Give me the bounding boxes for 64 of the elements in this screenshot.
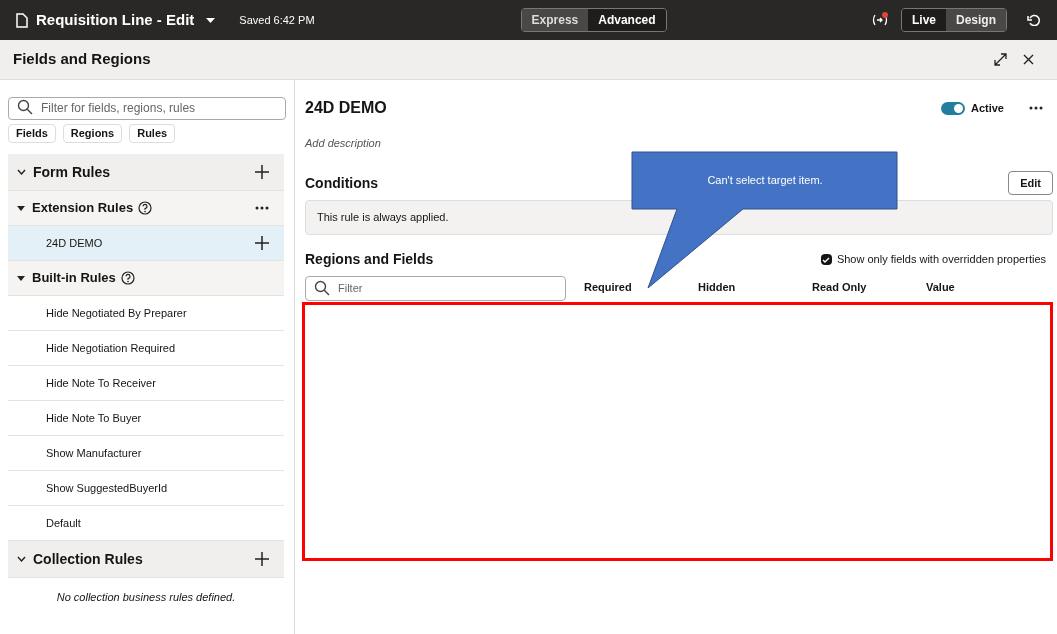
view-tab[interactable]: Live	[901, 9, 946, 31]
column-header: Value	[926, 280, 956, 296]
undo-icon[interactable]	[1027, 14, 1041, 26]
filter-chip[interactable]: Rules	[129, 124, 176, 143]
chevron-icon[interactable]	[17, 169, 26, 175]
saved-status: Saved 6:42 PM	[239, 12, 315, 28]
column-header: Required	[584, 280, 633, 296]
add-icon[interactable]	[255, 236, 269, 250]
active-label: Active	[970, 100, 1004, 116]
rule-label: Show SuggestedBuyerId	[46, 480, 168, 496]
section-header[interactable]: Collection Rules	[8, 541, 284, 578]
edit-button[interactable]: Edit	[1008, 171, 1053, 195]
caret-icon[interactable]	[17, 205, 25, 211]
subsection-header[interactable]: Extension Rules	[8, 191, 284, 226]
add-icon[interactable]	[255, 165, 269, 179]
search-icon	[17, 99, 33, 115]
column-header: Hidden	[698, 280, 737, 296]
section-heading: Regions and Fields	[305, 250, 434, 269]
chevron-icon[interactable]	[17, 556, 26, 562]
mode-tab[interactable]: Advanced	[588, 9, 666, 31]
callout-text: Can't select target item.	[707, 173, 823, 188]
debug-icon[interactable]	[870, 12, 889, 28]
filter-field[interactable]: Filter	[305, 275, 566, 301]
document-icon	[16, 12, 28, 28]
subsection-title: Built-in Rules	[32, 269, 116, 288]
help-icon[interactable]	[120, 271, 135, 285]
rule-label: Default	[46, 515, 81, 531]
help-icon[interactable]	[138, 201, 153, 215]
subsection-header[interactable]: Built-in Rules	[8, 261, 284, 296]
checkbox[interactable]	[820, 254, 832, 265]
rule-item[interactable]: 24D DEMO	[8, 226, 284, 261]
column-header: Read Only	[812, 280, 868, 296]
caret-icon[interactable]	[17, 275, 25, 281]
more-icon[interactable]	[255, 206, 269, 210]
rule-label: Hide Note To Receiver	[46, 375, 156, 391]
empty-message: No collection business rules defined.	[56, 589, 236, 605]
section-heading: Conditions	[305, 173, 379, 193]
search-icon	[314, 280, 330, 296]
subsection-title: Extension Rules	[32, 199, 134, 218]
panel-title: Fields and Regions	[13, 49, 151, 70]
rule-label: Show Manufacturer	[46, 445, 142, 461]
filter-chip[interactable]: Regions	[62, 124, 123, 143]
expand-icon[interactable]	[994, 53, 1007, 66]
filter-field[interactable]: Filter for fields, regions, rules	[8, 96, 286, 120]
condition-text: This rule is always applied.	[317, 210, 449, 226]
description-field[interactable]: Add description	[305, 137, 381, 149]
rule-label: Hide Negotiated By Preparer	[46, 305, 187, 321]
rule-label: Hide Negotiation Required	[46, 340, 176, 356]
section-header[interactable]: Form Rules	[8, 154, 284, 191]
caret-icon[interactable]	[206, 17, 216, 23]
rule-title: 24D DEMO	[305, 98, 387, 118]
rule-label: Hide Note To Buyer	[46, 410, 142, 426]
add-icon[interactable]	[255, 552, 269, 566]
filter-chip[interactable]: Fields	[8, 124, 56, 143]
checkbox-label: Show only fields with overridden properties	[836, 252, 1046, 268]
mode-tab[interactable]: Express	[521, 9, 589, 31]
view-tab[interactable]: Design	[946, 9, 1006, 31]
active-switch[interactable]	[940, 101, 965, 115]
section-title: Collection Rules	[33, 549, 143, 569]
page-title: Requisition Line - Edit	[36, 9, 195, 30]
rule-label: 24D DEMO	[46, 235, 103, 251]
more-icon[interactable]	[1029, 106, 1043, 110]
section-title: Form Rules	[33, 162, 110, 182]
close-icon[interactable]	[1023, 54, 1034, 65]
